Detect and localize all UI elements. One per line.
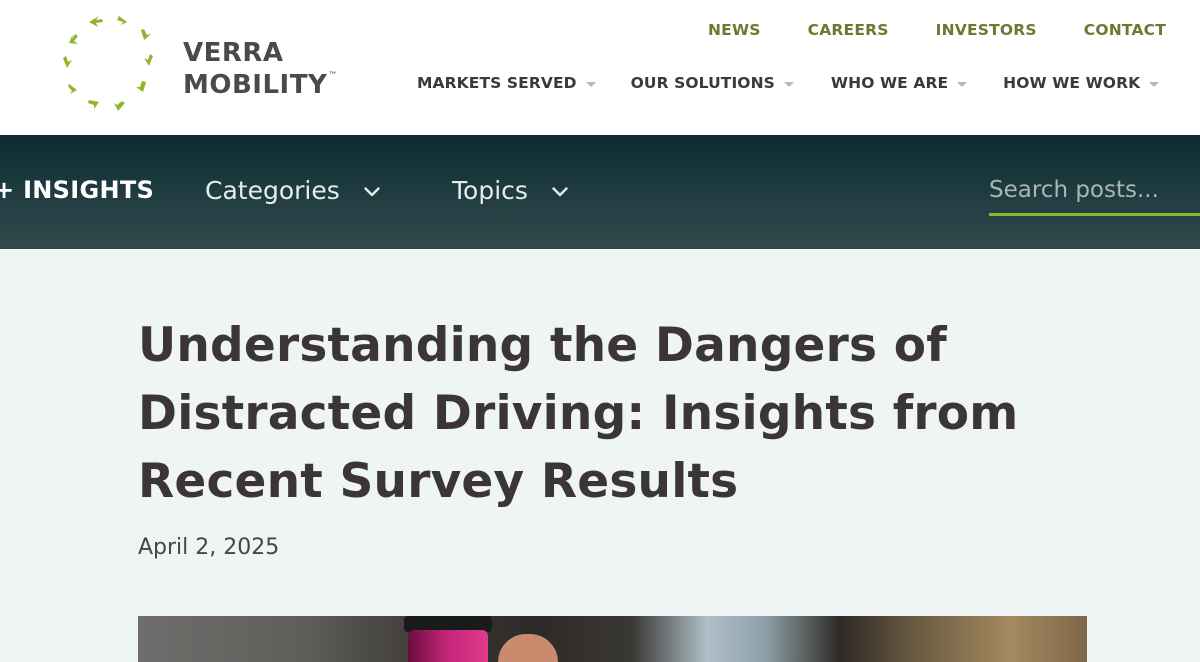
nav-link-contact[interactable]: CONTACT xyxy=(1084,21,1166,39)
nav-link-news[interactable]: NEWS xyxy=(708,21,761,39)
nav-link-investors[interactable]: INVESTORS xyxy=(936,21,1037,39)
nav-item-how-we-work[interactable]: HOW WE WORK xyxy=(1003,74,1160,92)
search-input[interactable] xyxy=(989,169,1200,211)
verra-mobility-logo[interactable]: VERRA MOBILITY™ xyxy=(55,10,345,120)
nav-item-label: WHO WE ARE xyxy=(830,74,949,92)
nav-item-label: OUR SOLUTIONS xyxy=(630,74,775,92)
site-header: VERRA MOBILITY™ NEWS CAREERS INVESTORS C… xyxy=(0,0,1200,135)
caret-down-icon xyxy=(957,82,968,87)
caret-down-icon xyxy=(585,82,596,87)
hero-image-cup xyxy=(408,630,488,662)
logo-word-mobility-text: MOBILITY xyxy=(183,70,328,100)
trademark-symbol: ™ xyxy=(328,71,338,81)
topics-dropdown[interactable]: Topics xyxy=(452,176,568,205)
categories-dropdown[interactable]: Categories xyxy=(205,176,380,205)
chevron-down-icon xyxy=(364,186,380,196)
caret-down-icon xyxy=(1149,82,1160,87)
hero-image xyxy=(138,616,1087,662)
search-box xyxy=(989,169,1200,216)
categories-label: Categories xyxy=(205,176,340,205)
nav-item-markets-served[interactable]: MARKETS SERVED xyxy=(417,74,596,92)
nav-item-label: MARKETS SERVED xyxy=(417,74,577,92)
insights-home-link[interactable]: + INSIGHTS xyxy=(0,176,154,204)
article-date: April 2, 2025 xyxy=(138,535,280,560)
main-nav: MARKETS SERVED OUR SOLUTIONS WHO WE ARE … xyxy=(417,74,1160,92)
nav-link-careers[interactable]: CAREERS xyxy=(808,21,889,39)
article: Understanding the Dangers of Distracted … xyxy=(0,249,1200,662)
logo-word-verra: VERRA xyxy=(183,38,284,68)
nav-item-label: HOW WE WORK xyxy=(1003,74,1141,92)
nav-item-our-solutions[interactable]: OUR SOLUTIONS xyxy=(631,74,794,92)
caret-down-icon xyxy=(783,82,794,87)
utility-nav: NEWS CAREERS INVESTORS CONTACT xyxy=(708,21,1166,39)
article-title: Understanding the Dangers of Distracted … xyxy=(138,318,1019,509)
insights-bar: + INSIGHTS Categories Topics xyxy=(0,135,1200,249)
nav-item-who-we-are[interactable]: WHO WE ARE xyxy=(830,74,968,92)
hero-image-hand xyxy=(498,634,558,662)
logo-word-mobility: MOBILITY™ xyxy=(183,70,338,100)
topics-label: Topics xyxy=(452,176,528,205)
logo-arrows-icon xyxy=(63,16,153,111)
chevron-down-icon xyxy=(552,186,568,196)
